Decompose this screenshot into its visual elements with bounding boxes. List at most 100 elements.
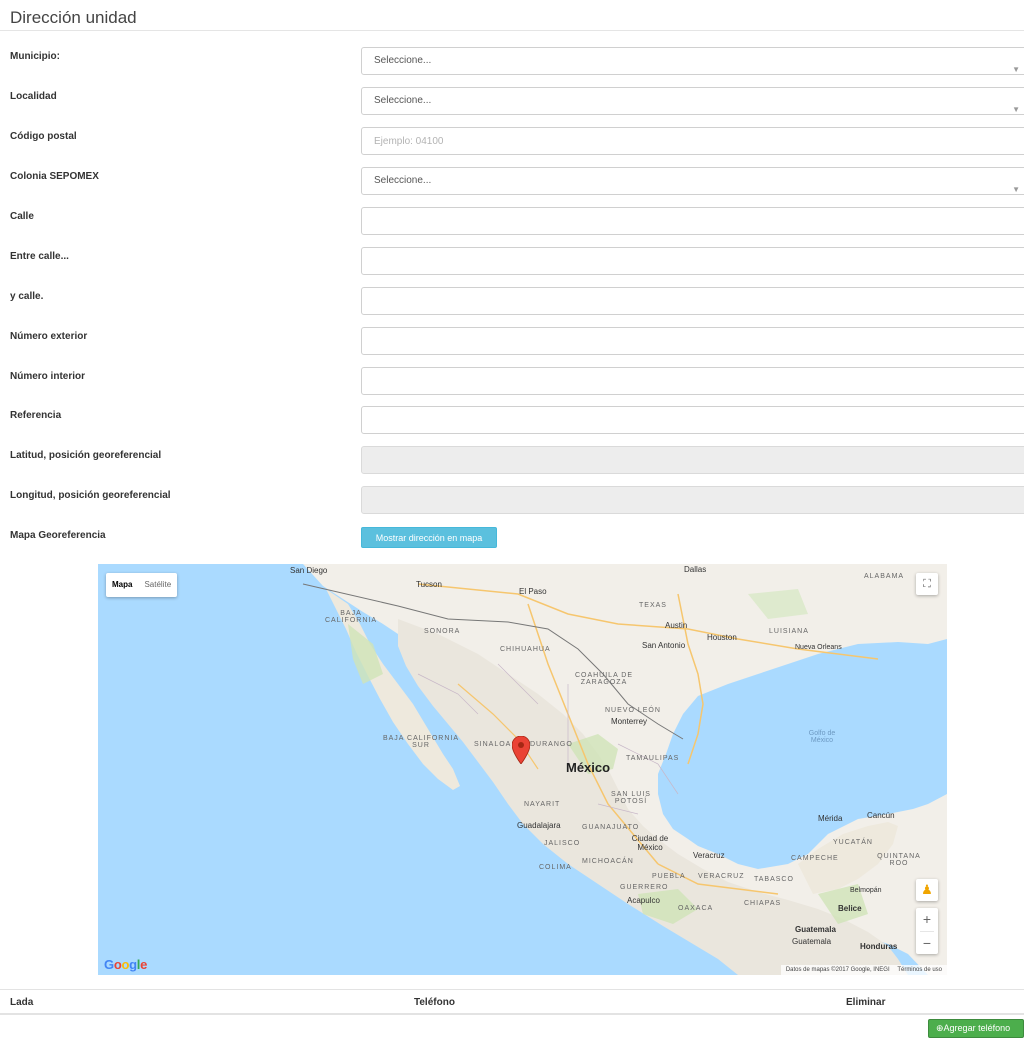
numero-interior-label: Número interior: [10, 371, 86, 382]
map-label-luisiana: LUISIANA: [769, 628, 809, 635]
map-label-austin: Austin: [665, 621, 688, 630]
map-label-baja-california: BAJA CALIFORNIA: [324, 610, 377, 624]
map-label-houston: Houston: [707, 633, 737, 642]
form-row-y-calle: y calle.: [0, 287, 1024, 327]
map-label-dallas: Dallas: [684, 565, 707, 574]
referencia-label: Referencia: [10, 410, 62, 421]
form-row-longitud: Longitud, posición georeferencial: [0, 486, 1024, 526]
form-row-numero-exterior: Número exterior: [0, 327, 1024, 367]
numero-exterior-input[interactable]: [361, 327, 1024, 355]
longitud-input: [361, 486, 1024, 514]
form-row-latitud: Latitud, posición georeferencial: [0, 446, 1024, 486]
map-label-merida: Mérida: [818, 814, 843, 823]
map-label-guanajuato: GUANAJUATO: [582, 824, 640, 831]
localidad-select[interactable]: Seleccione... ▼: [361, 87, 1024, 115]
y-calle-label: y calle.: [10, 291, 44, 302]
add-phone-label: Agregar teléfono: [943, 1023, 1011, 1033]
map-label-baja-california-sur: BAJA CALIFORNIA SUR: [382, 735, 460, 749]
map-label-guerrero: GUERRERO: [620, 884, 669, 891]
map-marker-icon[interactable]: [512, 736, 530, 764]
map-type-control: Mapa Satélite: [106, 573, 178, 597]
form-row-localidad: Localidad Seleccione... ▼: [0, 87, 1024, 127]
numero-exterior-label: Número exterior: [10, 331, 88, 342]
map-label-el-paso: El Paso: [519, 587, 547, 596]
map-canvas[interactable]: San Diego Tucson El Paso Dallas ALABAMA …: [98, 564, 947, 975]
map-label-sonora: SONORA: [424, 628, 461, 635]
map-label-san-diego: San Diego: [290, 566, 328, 575]
map-label-chiapas: CHIAPAS: [744, 900, 782, 907]
y-calle-input[interactable]: [361, 287, 1024, 315]
colonia-select-value: Seleccione...: [374, 175, 432, 186]
title-divider: [0, 30, 1024, 31]
map-label-puebla: PUEBLA: [652, 873, 686, 880]
mapa-label: Mapa Georeferencia: [10, 530, 106, 541]
map-label-veracruz-city: Veracruz: [693, 851, 725, 860]
map-label-nayarit: NAYARIT: [524, 801, 561, 808]
codigo-postal-input[interactable]: [361, 127, 1024, 155]
map-type-map-button[interactable]: Mapa: [106, 573, 138, 597]
map-label-mexico: México: [566, 760, 611, 775]
map-label-texas: TEXAS: [639, 602, 667, 609]
map-label-monterrey: Monterrey: [611, 717, 648, 726]
zoom-out-button[interactable]: −: [916, 932, 938, 955]
form-row-codigo-postal: Código postal: [0, 127, 1024, 167]
map-label-campeche: CAMPECHE: [791, 855, 839, 862]
latitud-input: [361, 446, 1024, 474]
codigo-postal-label: Código postal: [10, 131, 77, 142]
colonia-label: Colonia SEPOMEX: [10, 171, 99, 182]
map-label-veracruz: VERACRUZ: [698, 873, 745, 880]
map-attribution-text: Datos de mapas ©2017 Google, INEGI: [785, 967, 890, 973]
zoom-control: + −: [916, 908, 938, 954]
map-attribution: Datos de mapas ©2017 Google, INEGI Térmi…: [780, 965, 947, 975]
form-row-mapa: Mapa Georeferencia: [0, 526, 1024, 566]
form-row-numero-interior: Número interior: [0, 367, 1024, 407]
map-label-san-antonio: San Antonio: [642, 641, 686, 650]
map-label-guatemala: Guatemala: [795, 925, 836, 934]
colonia-select[interactable]: Seleccione... ▼: [361, 167, 1024, 195]
map-label-durango: DURANGO: [530, 741, 573, 748]
chevron-down-icon: ▼: [1012, 65, 1020, 74]
latitud-label: Latitud, posición georeferencial: [10, 450, 162, 461]
localidad-label: Localidad: [10, 91, 57, 102]
map-label-nuevo-leon: NUEVO LEÓN: [605, 707, 661, 714]
map-label-jalisco: JALISCO: [544, 840, 581, 847]
map-label-guadalajara: Guadalajara: [517, 821, 561, 830]
map-label-michoacan: MICHOACÁN: [582, 858, 634, 865]
municipio-select[interactable]: Seleccione... ▼: [361, 47, 1024, 75]
localidad-select-value: Seleccione...: [374, 95, 432, 106]
municipio-select-value: Seleccione...: [374, 55, 432, 66]
add-phone-button[interactable]: ⊕Agregar teléfono: [928, 1019, 1024, 1038]
referencia-input[interactable]: [361, 406, 1024, 434]
map-label-coahuila: COAHUILA DE ZARAGOZA: [574, 672, 634, 686]
map-label-cancun: Cancún: [867, 811, 895, 820]
phones-table-header: Lada Teléfono Eliminar: [0, 989, 1024, 1015]
google-logo: Google: [104, 957, 148, 972]
map-label-san-luis-potosi: SAN LUIS POTOSÍ: [611, 791, 651, 805]
column-header-lada: Lada: [10, 997, 34, 1008]
form-row-municipio: Municipio: Seleccione... ▼: [0, 47, 1024, 87]
map-type-satellite-button[interactable]: Satélite: [138, 573, 177, 597]
entre-calle-input[interactable]: [361, 247, 1024, 275]
form-row-entre-calle: Entre calle...: [0, 247, 1024, 287]
map-label-golfo: Golfo de México: [808, 730, 836, 744]
map-label-alabama: ALABAMA: [864, 573, 905, 580]
pegman-icon[interactable]: ♟: [916, 879, 938, 901]
map-label-honduras: Honduras: [860, 942, 898, 951]
fullscreen-icon[interactable]: ⛶: [916, 573, 938, 595]
map-label-sinaloa: SINALOA: [474, 741, 512, 748]
map-label-quintana-roo: QUINTANA ROO: [877, 853, 921, 867]
show-on-map-button[interactable]: Mostrar dirección en mapa: [361, 527, 497, 548]
plus-circle-icon: ⊕: [936, 1023, 944, 1033]
zoom-in-button[interactable]: +: [916, 908, 938, 931]
column-header-telefono: Teléfono: [414, 997, 455, 1008]
calle-label: Calle: [10, 211, 34, 222]
map-label-belice: Belice: [838, 904, 862, 913]
map-label-chihuahua: CHIHUAHUA: [500, 646, 551, 653]
form-row-calle: Calle: [0, 207, 1024, 247]
section-title: Dirección unidad: [10, 8, 137, 27]
map-terms-link[interactable]: Términos de uso: [897, 967, 942, 973]
calle-input[interactable]: [361, 207, 1024, 235]
numero-interior-input[interactable]: [361, 367, 1024, 395]
form-row-colonia: Colonia SEPOMEX Seleccione... ▼: [0, 167, 1024, 207]
map-label-tabasco: TABASCO: [754, 876, 794, 883]
